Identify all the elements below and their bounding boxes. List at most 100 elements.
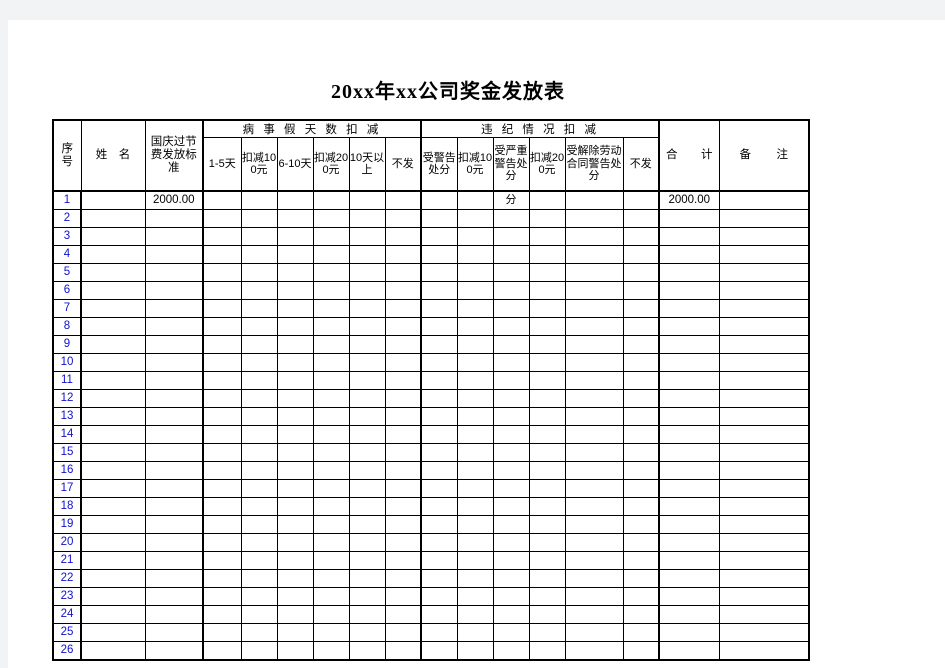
cell-v-deduct-100[interactable]: [456, 389, 494, 408]
cell-sick-deduct-100[interactable]: [240, 551, 278, 570]
cell-v-serious[interactable]: [492, 515, 530, 534]
cell-standard[interactable]: [144, 461, 204, 480]
cell-v-warning[interactable]: [420, 335, 458, 354]
cell-sick-6-10[interactable]: [276, 641, 314, 661]
cell-v-deduct-200[interactable]: [528, 623, 566, 642]
cell-v-deduct-200[interactable]: [528, 425, 566, 444]
cell-sick-deduct-200[interactable]: [312, 587, 350, 606]
cell-v-deduct-200[interactable]: [528, 479, 566, 498]
cell-v-terminate[interactable]: [564, 281, 624, 300]
cell-v-deduct-200[interactable]: [528, 317, 566, 336]
cell-v-none[interactable]: [622, 353, 660, 372]
cell-v-warning[interactable]: [420, 190, 458, 210]
cell-sick-deduct-100[interactable]: [240, 443, 278, 462]
cell-total[interactable]: [658, 335, 720, 354]
cell-sick-over-10[interactable]: [348, 281, 386, 300]
cell-sick-6-10[interactable]: [276, 353, 314, 372]
cell-sick-deduct-200[interactable]: [312, 425, 350, 444]
cell-sick-6-10[interactable]: [276, 479, 314, 498]
cell-sick-6-10[interactable]: [276, 605, 314, 624]
cell-v-terminate[interactable]: [564, 245, 624, 264]
cell-sick-1-5[interactable]: [202, 190, 242, 210]
cell-sick-over-10[interactable]: [348, 515, 386, 534]
cell-v-warning[interactable]: [420, 533, 458, 552]
cell-sick-1-5[interactable]: [202, 263, 242, 282]
cell-standard[interactable]: [144, 479, 204, 498]
cell-v-deduct-100[interactable]: [456, 407, 494, 426]
cell-v-terminate[interactable]: [564, 569, 624, 588]
cell-sick-deduct-200[interactable]: [312, 209, 350, 228]
cell-v-deduct-100[interactable]: [456, 299, 494, 318]
cell-v-serious[interactable]: [492, 263, 530, 282]
cell-remark[interactable]: [718, 533, 810, 552]
cell-sick-6-10[interactable]: [276, 263, 314, 282]
cell-sick-deduct-200[interactable]: [312, 497, 350, 516]
cell-v-serious[interactable]: [492, 461, 530, 480]
cell-v-warning[interactable]: [420, 569, 458, 588]
cell-sick-over-10[interactable]: [348, 461, 386, 480]
cell-remark[interactable]: [718, 371, 810, 390]
cell-v-serious[interactable]: [492, 623, 530, 642]
cell-v-terminate[interactable]: [564, 263, 624, 282]
cell-v-deduct-200[interactable]: [528, 190, 566, 210]
cell-name[interactable]: [80, 299, 146, 318]
cell-v-none[interactable]: [622, 587, 660, 606]
cell-v-deduct-100[interactable]: [456, 227, 494, 246]
cell-total[interactable]: [658, 245, 720, 264]
cell-sick-over-10[interactable]: [348, 209, 386, 228]
cell-v-none[interactable]: [622, 190, 660, 210]
cell-standard[interactable]: [144, 371, 204, 390]
cell-v-deduct-100[interactable]: [456, 425, 494, 444]
cell-v-terminate[interactable]: [564, 371, 624, 390]
cell-sick-6-10[interactable]: [276, 389, 314, 408]
cell-sick-none[interactable]: [384, 443, 422, 462]
cell-sick-none[interactable]: [384, 551, 422, 570]
cell-sick-over-10[interactable]: [348, 335, 386, 354]
cell-v-terminate[interactable]: [564, 425, 624, 444]
cell-v-terminate[interactable]: [564, 641, 624, 661]
cell-remark[interactable]: [718, 443, 810, 462]
cell-v-none[interactable]: [622, 605, 660, 624]
cell-sick-1-5[interactable]: [202, 227, 242, 246]
cell-sick-deduct-100[interactable]: [240, 227, 278, 246]
cell-name[interactable]: [80, 190, 146, 210]
cell-v-deduct-100[interactable]: [456, 335, 494, 354]
cell-v-deduct-200[interactable]: [528, 641, 566, 661]
cell-standard[interactable]: [144, 335, 204, 354]
cell-sick-6-10[interactable]: [276, 407, 314, 426]
cell-sick-over-10[interactable]: [348, 425, 386, 444]
cell-v-deduct-100[interactable]: [456, 569, 494, 588]
cell-sick-deduct-200[interactable]: [312, 353, 350, 372]
cell-v-deduct-200[interactable]: [528, 209, 566, 228]
cell-sick-deduct-100[interactable]: [240, 281, 278, 300]
cell-v-serious[interactable]: [492, 479, 530, 498]
cell-v-deduct-100[interactable]: [456, 461, 494, 480]
cell-sick-none[interactable]: [384, 389, 422, 408]
cell-sick-6-10[interactable]: [276, 515, 314, 534]
cell-v-serious[interactable]: [492, 443, 530, 462]
cell-v-terminate[interactable]: [564, 461, 624, 480]
cell-sick-over-10[interactable]: [348, 587, 386, 606]
cell-sick-deduct-200[interactable]: [312, 605, 350, 624]
cell-standard[interactable]: [144, 569, 204, 588]
cell-v-serious[interactable]: [492, 569, 530, 588]
cell-v-serious[interactable]: [492, 533, 530, 552]
cell-sick-over-10[interactable]: [348, 407, 386, 426]
cell-name[interactable]: [80, 281, 146, 300]
cell-sick-none[interactable]: [384, 425, 422, 444]
cell-sick-deduct-100[interactable]: [240, 335, 278, 354]
cell-sick-deduct-200[interactable]: [312, 641, 350, 661]
cell-sick-1-5[interactable]: [202, 317, 242, 336]
cell-sick-none[interactable]: [384, 497, 422, 516]
cell-v-warning[interactable]: [420, 209, 458, 228]
cell-v-serious[interactable]: [492, 227, 530, 246]
cell-name[interactable]: [80, 515, 146, 534]
cell-total[interactable]: [658, 299, 720, 318]
cell-remark[interactable]: [718, 317, 810, 336]
cell-v-none[interactable]: [622, 479, 660, 498]
cell-sick-deduct-100[interactable]: [240, 479, 278, 498]
cell-name[interactable]: [80, 551, 146, 570]
cell-v-warning[interactable]: [420, 389, 458, 408]
cell-v-deduct-200[interactable]: [528, 389, 566, 408]
cell-sick-none[interactable]: [384, 227, 422, 246]
